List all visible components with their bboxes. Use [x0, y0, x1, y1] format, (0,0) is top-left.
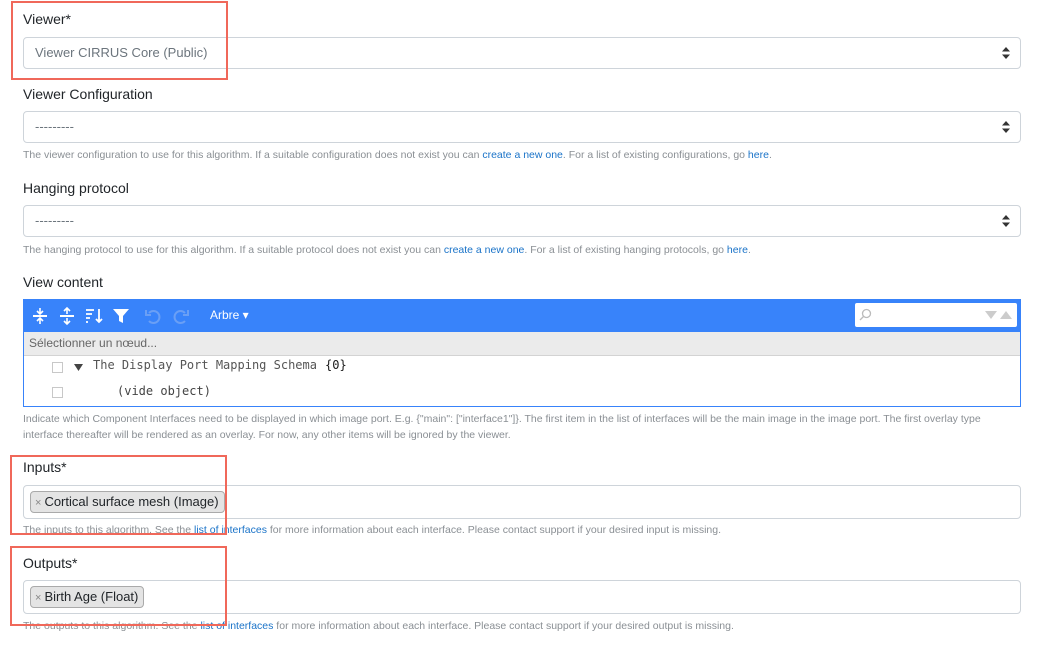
expand-arrow-icon[interactable]: [74, 363, 83, 372]
hanging-protocol-select-value: ---------: [35, 213, 74, 228]
help-text: for more information about each interfac…: [273, 620, 734, 632]
select-arrows-icon: [1002, 215, 1010, 227]
existing-protocols-link[interactable]: here: [727, 244, 748, 256]
help-text: The hanging protocol to use for this alg…: [23, 244, 444, 256]
select-arrows-icon: [1002, 47, 1010, 59]
viewer-config-help: The viewer configuration to use for this…: [23, 149, 772, 161]
hanging-protocol-help: The hanging protocol to use for this alg…: [23, 244, 751, 256]
hanging-protocol-select[interactable]: ---------: [23, 205, 1021, 237]
view-content-help-line-1: Indicate which Component Interfaces need…: [23, 413, 981, 425]
sort-icon[interactable]: [84, 306, 104, 326]
tree-child-label: (vide object): [117, 384, 211, 398]
expand-all-icon[interactable]: [30, 306, 50, 326]
help-text: .: [747, 244, 751, 256]
tree-root-count: {0}: [325, 358, 347, 372]
undo-icon[interactable]: [143, 306, 163, 326]
highlight-box-inputs: [10, 455, 227, 535]
select-arrows-icon: [1002, 121, 1010, 133]
highlight-box-outputs: [10, 546, 227, 626]
search-previous-icon[interactable]: [1000, 311, 1012, 319]
help-text: for more information about each interfac…: [266, 524, 722, 536]
node-navigation-bar[interactable]: Sélectionner un nœud...: [24, 332, 1020, 356]
create-hanging-protocol-link[interactable]: create a new one: [444, 244, 525, 256]
collapse-all-icon[interactable]: [57, 306, 77, 326]
view-content-label: View content: [23, 274, 103, 290]
existing-configs-link[interactable]: here: [748, 149, 769, 161]
help-text: . For a list of existing hanging protoco…: [524, 244, 727, 256]
tree-root-label: The Display Port Mapping Schema: [93, 358, 317, 372]
highlight-box-viewer: [11, 1, 228, 80]
help-text: The viewer configuration to use for this…: [23, 149, 483, 161]
help-text: .: [768, 149, 772, 161]
search-next-icon[interactable]: [985, 311, 997, 319]
tree-child-row[interactable]: (vide object): [24, 381, 1020, 405]
create-viewer-config-link[interactable]: create a new one: [482, 149, 563, 161]
mode-dropdown[interactable]: Arbre ▾: [210, 308, 249, 322]
viewer-config-select[interactable]: ---------: [23, 111, 1021, 143]
help-text: . For a list of existing configurations,…: [562, 149, 748, 161]
view-content-help-line-2: interface thereafter will be rendered as…: [23, 429, 511, 441]
filter-icon[interactable]: [111, 306, 131, 326]
json-editor: Arbre ▾ Sélectionner un nœud... The Disp…: [23, 299, 1021, 407]
drag-handle[interactable]: [52, 362, 63, 373]
viewer-config-label: Viewer Configuration: [23, 86, 153, 102]
redo-icon[interactable]: [171, 306, 191, 326]
hanging-protocol-label: Hanging protocol: [23, 180, 129, 196]
json-search-box[interactable]: [855, 303, 1017, 327]
tree-root-row[interactable]: The Display Port Mapping Schema {0}: [24, 356, 1020, 380]
viewer-config-select-value: ---------: [35, 119, 74, 134]
drag-handle[interactable]: [52, 387, 63, 398]
json-editor-toolbar: Arbre ▾: [24, 300, 1020, 332]
search-icon: [859, 308, 872, 321]
